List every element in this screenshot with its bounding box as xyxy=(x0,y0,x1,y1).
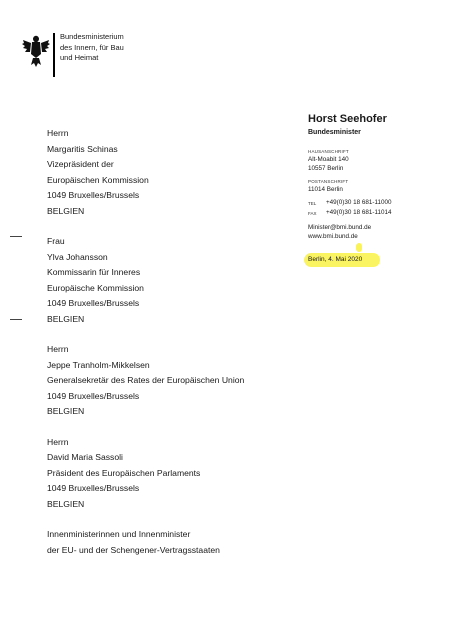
fax-row: FAX +49(0)30 18 681-11014 xyxy=(308,209,392,219)
recipient-line: David Maria Sassoli xyxy=(47,452,123,462)
letter-date: Berlin, 4. Mai 2020 xyxy=(308,256,363,263)
recipient-line: Präsident des Europäischen Parlaments xyxy=(47,467,201,478)
recipient-line: 1049 Bruxelles/Brussels xyxy=(47,190,140,200)
post-address-label: POSTANSCHRIFT xyxy=(308,179,349,184)
recipient-list: Herrn Margaritis Schinas Vizepräsident d… xyxy=(47,126,244,573)
date-highlight: Berlin, 4. Mai 2020 xyxy=(304,243,380,269)
sender-block: Horst Seehofer Bundesminister HAUSANSCHR… xyxy=(304,112,392,269)
sender-name: Horst Seehofer xyxy=(308,113,387,125)
ministry-line: des Innern, für Bau xyxy=(60,42,124,52)
house-address-label: HAUSANSCHRIFT xyxy=(308,149,349,154)
tel-label: TEL xyxy=(308,201,317,206)
recipient-line: BELGIEN xyxy=(47,205,85,216)
email: Minister@bmi.bund.de xyxy=(308,224,372,231)
recipient-line: 1049 Bruxelles/Brussels xyxy=(47,390,140,401)
fax-label: FAX xyxy=(308,210,317,216)
recipient-line: Frau xyxy=(47,236,65,246)
ministry-line: und Heimat xyxy=(60,53,99,62)
recipient-line: BELGIEN xyxy=(47,498,85,509)
ministry-name: Bundesministerium des Innern, für Bau un… xyxy=(60,32,124,64)
recipient-line: BELGIEN xyxy=(47,406,85,416)
recipient-line: Europäischen Kommission xyxy=(47,174,149,185)
punch-mark xyxy=(10,319,22,320)
recipient-line: Ylva Johansson xyxy=(47,251,108,262)
recipient-line: Jeppe Tranholm-Mikkelsen xyxy=(47,359,150,370)
ministry-divider xyxy=(53,33,55,77)
tel-value: +49(0)30 18 681-11000 xyxy=(326,199,392,206)
house-address-line: Alt-Moabit 140 xyxy=(308,156,349,163)
recipient-block: Herrn Jeppe Tranholm-Mikkelsen Generalse… xyxy=(47,342,244,420)
recipient-line: Herrn xyxy=(47,344,69,354)
fold-mark xyxy=(10,236,22,237)
recipient-line: Generalsekretär des Rates der Europäisch… xyxy=(47,375,245,385)
recipient-line: 1049 Bruxelles/Brussels xyxy=(47,483,140,493)
recipient-line: der EU- und der Schengener-Vertragsstaat… xyxy=(47,544,220,555)
recipient-line: Kommissarin für Inneres xyxy=(47,267,141,277)
federal-eagle-icon xyxy=(22,35,50,67)
recipient-line: Innenministerinnen und Innenminister xyxy=(47,529,191,539)
recipient-line: 1049 Bruxelles/Brussels xyxy=(47,298,140,308)
recipient-line: Herrn xyxy=(47,128,69,138)
recipient-line: Herrn xyxy=(47,436,69,447)
recipient-block: Innenministerinnen und Innenminister der… xyxy=(47,527,244,558)
house-address-line: 10557 Berlin xyxy=(308,165,344,172)
recipient-line: Margaritis Schinas xyxy=(47,143,118,154)
recipient-line: Europäische Kommission xyxy=(47,282,144,293)
fax-value: +49(0)30 18 681-11014 xyxy=(326,208,392,216)
ministry-line: Bundesministerium xyxy=(60,32,124,41)
recipient-block: Frau Ylva Johansson Kommissarin für Inne… xyxy=(47,234,244,327)
recipient-line: BELGIEN xyxy=(47,313,85,324)
sender-role: Bundesminister xyxy=(308,129,361,136)
recipient-line: Vizepräsident der xyxy=(47,159,114,169)
website: www.bmi.bund.de xyxy=(308,233,358,240)
recipient-block: Herrn David Maria Sassoli Präsident des … xyxy=(47,435,244,513)
post-address-line: 11014 Berlin xyxy=(308,186,343,193)
recipient-block: Herrn Margaritis Schinas Vizepräsident d… xyxy=(47,126,244,219)
tel-row: TEL +49(0)30 18 681-11000 xyxy=(308,199,392,209)
